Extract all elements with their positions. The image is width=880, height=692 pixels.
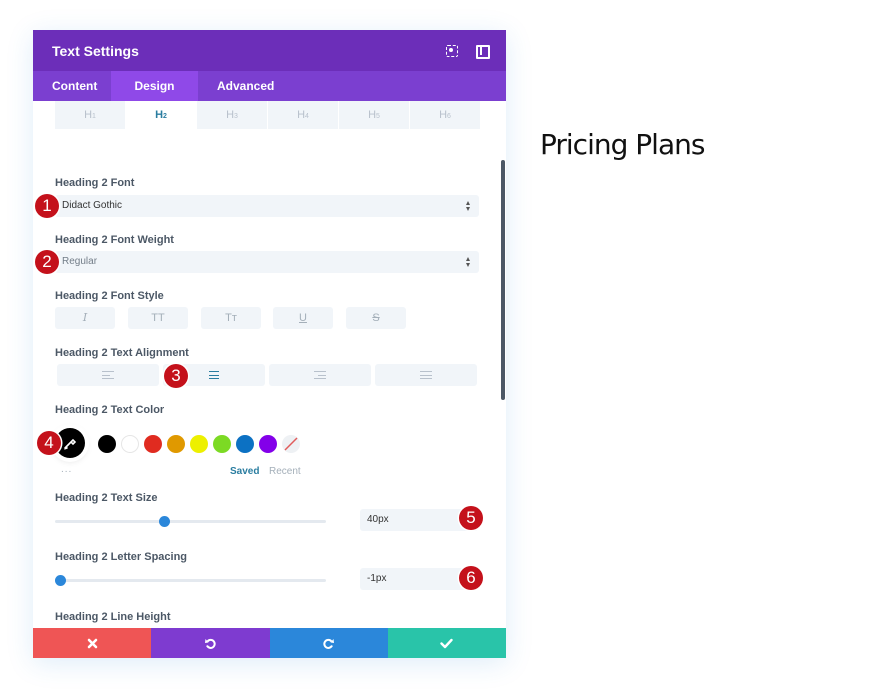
letter-spacing-label: Heading 2 Letter Spacing [55, 551, 188, 563]
font-select-value: Didact Gothic [62, 200, 123, 211]
saved-colors-tab[interactable]: Saved [230, 466, 259, 477]
heading-level-tabs: H1 H2 H3 H4 H5 H6 [55, 101, 481, 129]
swatch-purple[interactable] [259, 435, 277, 453]
tab-h5-label: H [368, 109, 377, 121]
preview-heading: Pricing Plans [540, 128, 705, 161]
tab-advanced[interactable]: Advanced [198, 71, 293, 101]
select-arrows-icon [466, 256, 471, 268]
undo-button[interactable] [151, 628, 270, 658]
italic-button[interactable]: I [55, 307, 115, 329]
select-arrows-icon [466, 200, 471, 212]
font-label: Heading 2 Font [55, 177, 135, 189]
text-color-label: Heading 2 Text Color [55, 404, 165, 416]
tab-h4[interactable]: H4 [268, 101, 338, 129]
tab-h5-sub: 5 [376, 113, 380, 120]
underline-button[interactable]: U [273, 307, 333, 329]
undo-icon [204, 638, 216, 649]
text-alignment-label: Heading 2 Text Alignment [55, 347, 189, 359]
align-justify-icon [420, 371, 432, 379]
swatch-green[interactable] [213, 435, 231, 453]
tab-h1[interactable]: H1 [55, 101, 125, 129]
annotation-badge-6: 6 [459, 566, 483, 590]
font-weight-label: Heading 2 Font Weight [55, 234, 174, 246]
swatch-orange[interactable] [167, 435, 185, 453]
align-right-button[interactable] [269, 364, 371, 386]
panel-title: Text Settings [52, 42, 139, 59]
letter-spacing-slider-thumb[interactable] [55, 575, 66, 586]
tab-h3-sub: 3 [234, 113, 238, 120]
annotation-badge-4: 4 [37, 431, 61, 455]
annotation-badge-2: 2 [35, 250, 59, 274]
align-right-icon [314, 371, 326, 379]
redo-icon [323, 638, 335, 649]
tab-h1-sub: 1 [92, 113, 96, 120]
text-size-slider-thumb[interactable] [159, 516, 170, 527]
check-icon [440, 638, 454, 648]
letter-spacing-slider[interactable] [55, 575, 326, 586]
uppercase-button[interactable]: TT [128, 307, 188, 329]
more-colors-button[interactable]: ... [61, 464, 72, 475]
tab-h2[interactable]: H2 [126, 101, 196, 129]
recent-colors-tab[interactable]: Recent [269, 466, 301, 477]
swatch-yellow[interactable] [190, 435, 208, 453]
text-size-slider[interactable] [55, 516, 326, 527]
settings-tabs: Content Design Advanced [33, 71, 506, 101]
tab-h4-label: H [297, 109, 306, 121]
panel-titlebar[interactable]: Text Settings [33, 30, 506, 71]
cancel-button[interactable] [33, 628, 152, 658]
tab-h2-label: H [155, 109, 164, 121]
align-left-button[interactable] [57, 364, 159, 386]
capitalize-button[interactable]: Tт [201, 307, 261, 329]
align-left-icon [102, 371, 114, 379]
swatch-none[interactable] [282, 435, 300, 453]
tab-h2-sub: 2 [163, 113, 167, 120]
redo-button[interactable] [269, 628, 388, 658]
swatch-white[interactable] [121, 435, 139, 453]
panel-footer [33, 628, 506, 658]
font-select[interactable]: Didact Gothic [55, 195, 479, 217]
annotation-badge-1: 1 [35, 194, 59, 218]
tab-h4-sub: 4 [305, 113, 309, 120]
settings-body: H1 H2 H3 H4 H5 H6 Heading 2 Font Didact … [33, 101, 506, 628]
swatch-blue[interactable] [236, 435, 254, 453]
strikethrough-button[interactable]: S [346, 307, 406, 329]
no-color-icon [284, 437, 298, 451]
tab-h6[interactable]: H6 [410, 101, 480, 129]
sidebar-toggle-icon[interactable] [474, 43, 490, 59]
swatch-red[interactable] [144, 435, 162, 453]
text-settings-panel: Text Settings Content Design Advanced H1… [33, 30, 506, 658]
annotation-badge-3: 3 [164, 364, 188, 388]
text-size-label: Heading 2 Text Size [55, 492, 158, 504]
close-icon [87, 638, 97, 648]
font-style-label: Heading 2 Font Style [55, 290, 164, 302]
tab-h1-label: H [84, 109, 93, 121]
tab-h6-label: H [439, 109, 448, 121]
tab-content[interactable]: Content [33, 71, 111, 101]
tab-h3[interactable]: H3 [197, 101, 267, 129]
tab-design[interactable]: Design [111, 71, 198, 101]
align-justify-button[interactable] [375, 364, 477, 386]
tab-h5[interactable]: H5 [339, 101, 409, 129]
tab-h6-sub: 6 [447, 113, 451, 120]
eyedropper-icon [64, 438, 77, 450]
font-weight-select[interactable]: Regular [55, 251, 479, 273]
annotation-badge-5: 5 [459, 506, 483, 530]
expand-icon[interactable] [444, 43, 458, 57]
font-weight-select-value: Regular [62, 256, 98, 267]
scrollbar[interactable] [501, 160, 505, 400]
swatch-black[interactable] [98, 435, 116, 453]
color-swatches [98, 435, 318, 455]
tab-h3-label: H [226, 109, 235, 121]
save-button[interactable] [387, 628, 506, 658]
line-height-label: Heading 2 Line Height [55, 611, 171, 623]
align-center-icon [208, 371, 220, 379]
